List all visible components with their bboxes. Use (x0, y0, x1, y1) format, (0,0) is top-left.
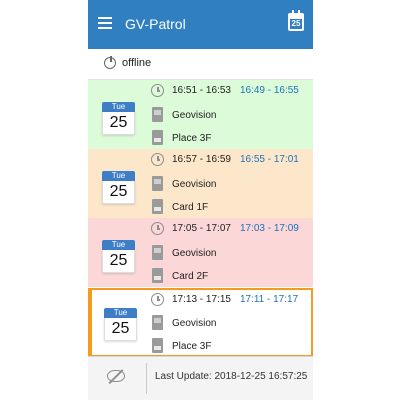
actual-time: 16:55 - 17:01 (239, 154, 299, 165)
device-name: Geovision (172, 318, 217, 329)
phone-screen: GV-Patrol 25 offline Tue 25 16:51 - 16:5… (88, 0, 313, 400)
checkpoint-icon (152, 268, 163, 283)
day-name: Tue (104, 308, 137, 318)
clock-icon (151, 293, 164, 306)
date-badge: Tue 25 (104, 308, 137, 341)
device-icon (152, 107, 163, 122)
checkpoint-icon (152, 338, 163, 353)
patrol-card-2[interactable]: Tue 25 16:57 - 16:59 16:55 - 17:01 Geovis… (88, 149, 313, 218)
footer-bar: Last Update: 2018-12-25 16:57:25 (88, 356, 313, 400)
checkpoint-icon (152, 199, 163, 214)
patrol-card-1[interactable]: Tue 25 16:51 - 16:53 16:49 - 16:55 Geovis… (88, 80, 313, 149)
scheduled-time: 16:57 - 16:59 (172, 154, 231, 165)
day-number: 25 (102, 112, 135, 135)
device-icon (152, 245, 163, 260)
patrol-card-3[interactable]: Tue 25 17:05 - 17:07 17:03 - 17:09 Geovis… (88, 218, 313, 287)
clock-icon (151, 222, 164, 235)
calendar-icon[interactable]: 25 (288, 10, 304, 31)
actual-time: 16:49 - 16:55 (239, 85, 299, 96)
app-bar: GV-Patrol 25 (88, 0, 313, 49)
date-badge: Tue 25 (102, 171, 135, 204)
checkpoint-name: Place 3F (172, 341, 212, 352)
hide-icon (107, 370, 125, 382)
patrol-card-4[interactable]: Tue 25 17:13 - 17:15 17:11 - 17:17 Geovis… (88, 288, 313, 357)
app-title: GV-Patrol (125, 16, 186, 32)
scheduled-time: 17:05 - 17:07 (172, 223, 231, 234)
clock-icon (151, 153, 164, 166)
checkpoint-name: Place 3F (172, 133, 212, 144)
clock-icon (151, 84, 164, 97)
checkpoint-name: Card 1F (172, 202, 209, 213)
scheduled-time: 16:51 - 16:53 (172, 85, 231, 96)
date-badge: Tue 25 (102, 102, 135, 135)
checkpoint-name: Card 2F (172, 271, 209, 282)
offline-icon (104, 56, 116, 69)
device-icon (152, 315, 163, 330)
day-name: Tue (102, 240, 135, 250)
day-number: 25 (102, 181, 135, 204)
actual-time: 17:03 - 17:09 (239, 223, 299, 234)
day-name: Tue (102, 102, 135, 112)
menu-icon[interactable] (98, 17, 112, 29)
calendar-icon-day: 25 (291, 19, 301, 28)
last-update-text: Last Update: 2018-12-25 16:57:25 (155, 371, 308, 382)
device-icon (152, 176, 163, 191)
day-number: 25 (102, 250, 135, 273)
toggle-visibility-button[interactable] (88, 357, 146, 400)
device-name: Geovision (172, 248, 217, 259)
day-number: 25 (104, 318, 137, 341)
date-badge: Tue 25 (102, 240, 135, 273)
device-name: Geovision (172, 110, 217, 121)
actual-time: 17:11 - 17:17 (239, 294, 299, 305)
day-name: Tue (102, 171, 135, 181)
device-name: Geovision (172, 179, 217, 190)
connection-status-bar: offline (88, 49, 313, 80)
checkpoint-icon (152, 130, 163, 145)
scheduled-time: 17:13 - 17:15 (172, 294, 231, 305)
status-text: offline (122, 57, 152, 69)
footer-divider (146, 363, 147, 394)
